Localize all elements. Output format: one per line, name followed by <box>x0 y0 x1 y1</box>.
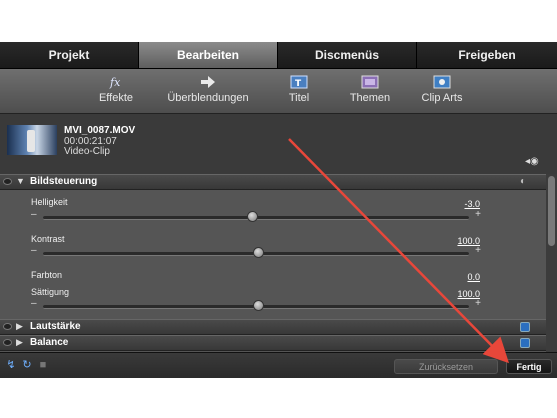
trash-icon[interactable]: ■ <box>37 359 49 371</box>
section-title: Balance <box>30 337 69 348</box>
slider-knob[interactable] <box>247 211 258 222</box>
clip-name: MVI_0087.MOV <box>64 125 136 136</box>
adjustment-panel: ▼ Bildsteuerung ◐ Helligkeit -3.0 – + Ko… <box>0 174 546 352</box>
titel-label: Titel <box>288 92 310 104</box>
reset-button[interactable]: Zurücksetzen <box>394 359 498 374</box>
themen-label: Themen <box>349 92 391 104</box>
tab-discmenues[interactable]: Discmenüs <box>278 42 417 68</box>
app-window: Projekt Bearbeiten Discmenüs Freigeben f… <box>0 42 557 378</box>
param-label-saettigung: Sättigung <box>31 287 70 297</box>
add-effect-icon[interactable]: ↯ <box>5 359 17 371</box>
tab-projekt[interactable]: Projekt <box>0 42 139 68</box>
eye-icon[interactable] <box>3 339 12 346</box>
slider-saettigung[interactable]: – + <box>31 298 481 312</box>
plus-icon: + <box>475 209 481 220</box>
panel-scrollbar[interactable] <box>546 174 557 352</box>
eye-icon[interactable] <box>3 178 12 185</box>
clipart-icon <box>433 75 451 89</box>
plus-icon: + <box>475 245 481 256</box>
refresh-icon[interactable]: ↻ <box>21 359 33 371</box>
slider-knob[interactable] <box>253 247 264 258</box>
reset-section-icon[interactable]: ◐ <box>520 175 530 187</box>
fx-icon: fx <box>109 76 121 89</box>
edit-toolbar: fx Effekte Überblendungen T Titel Themen <box>0 69 557 114</box>
scrollbar-thumb[interactable] <box>548 176 555 246</box>
ueberblendungen-button[interactable]: Überblendungen <box>163 75 253 104</box>
disclosure-closed-icon[interactable]: ▶ <box>16 337 23 348</box>
plus-icon: + <box>475 298 481 309</box>
effekte-label: Effekte <box>98 92 134 104</box>
section-settings-icon[interactable] <box>520 338 530 348</box>
clip-type: Video-Clip <box>64 146 110 157</box>
section-bildsteuerung[interactable]: ▼ Bildsteuerung ◐ <box>0 174 546 190</box>
tab-freigeben[interactable]: Freigeben <box>417 42 557 68</box>
done-button[interactable]: Fertig <box>506 359 552 374</box>
section-balance[interactable]: ▶ Balance <box>0 335 546 351</box>
ueberblendungen-label: Überblendungen <box>167 92 249 104</box>
tab-bearbeiten[interactable]: Bearbeiten <box>139 42 278 68</box>
clip-arts-label: Clip Arts <box>421 92 463 104</box>
clip-arts-button[interactable]: Clip Arts <box>417 75 467 104</box>
disclosure-closed-icon[interactable]: ▶ <box>16 321 23 332</box>
audio-speaker-icon[interactable]: ◂◉ <box>525 156 539 167</box>
themen-button[interactable]: Themen <box>347 75 393 104</box>
clip-info: MVI_0087.MOV 00:00:21:07 Video-Clip ◂◉ <box>0 114 557 174</box>
slider-knob[interactable] <box>253 300 264 311</box>
svg-text:T: T <box>295 79 302 89</box>
eye-icon[interactable] <box>3 323 12 330</box>
arrow-icon <box>201 76 215 88</box>
param-label-kontrast: Kontrast <box>31 234 65 244</box>
param-value-farbton[interactable]: 0.0 <box>467 272 480 282</box>
section-settings-icon[interactable] <box>520 322 530 332</box>
clip-thumbnail[interactable] <box>7 125 57 155</box>
main-tabs: Projekt Bearbeiten Discmenüs Freigeben <box>0 42 557 69</box>
section-title: Bildsteuerung <box>30 176 98 187</box>
title-icon: T <box>290 75 308 89</box>
slider-helligkeit[interactable]: – + <box>31 209 481 223</box>
effekte-button[interactable]: fx Effekte <box>98 75 134 104</box>
minus-icon: – <box>31 209 37 220</box>
param-label-farbton: Farbton <box>31 270 63 280</box>
disclosure-open-icon[interactable]: ▼ <box>16 176 25 186</box>
param-label-helligkeit: Helligkeit <box>31 197 68 207</box>
minus-icon: – <box>31 245 37 256</box>
slider-kontrast[interactable]: – + <box>31 245 481 259</box>
svg-text:fx: fx <box>109 76 121 89</box>
bottom-bar: ↯ ↻ ■ Zurücksetzen Fertig <box>0 352 557 378</box>
section-lautstaerke[interactable]: ▶ Lautstärke <box>0 319 546 335</box>
param-value-helligkeit[interactable]: -3.0 <box>464 199 480 209</box>
minus-icon: – <box>31 298 37 309</box>
themes-icon <box>361 75 379 89</box>
titel-button[interactable]: T Titel <box>284 75 314 104</box>
section-title: Lautstärke <box>30 321 81 332</box>
